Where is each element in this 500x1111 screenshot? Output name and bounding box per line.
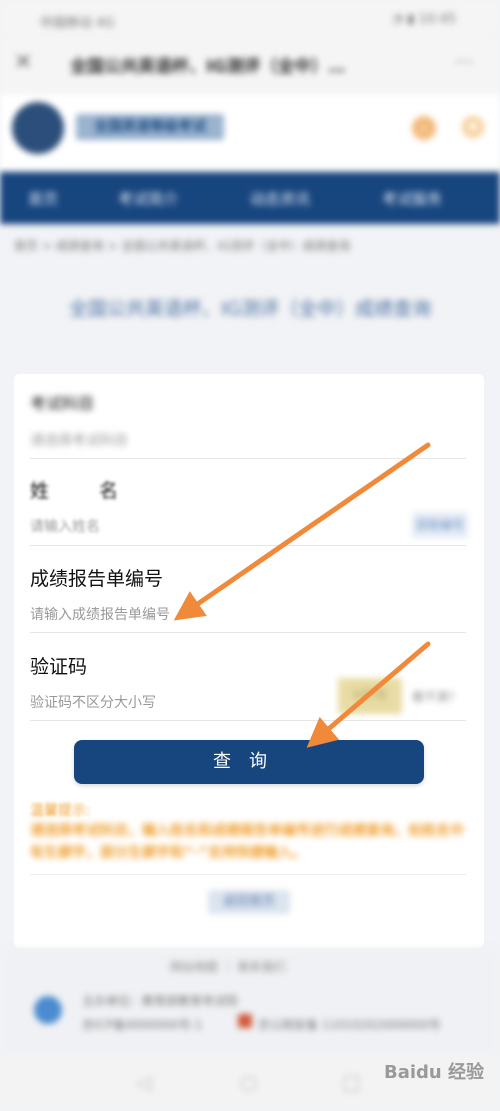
user-icon[interactable]: ◉ [462, 116, 484, 138]
footer-links[interactable]: 网站地图 ｜ 联系我们 [170, 958, 286, 975]
footer-organizer: 主办单位：教育部教育考试院 [82, 994, 239, 1008]
name-input[interactable]: 请输入姓名 [30, 516, 100, 536]
clock-text: ◔ ▮ 10:45 [391, 12, 456, 27]
tip-title: 温馨提示: [30, 803, 91, 819]
query-button[interactable]: 查询 [74, 740, 424, 784]
nav-item-service[interactable]: 考试服务 [382, 188, 442, 209]
nav-item-intro[interactable]: 考试简介 [118, 188, 178, 209]
divider [30, 545, 466, 546]
site-footer: 网站地图 ｜ 联系我们 主办单位：教育部教育考试院 京ICP备0000000号-… [0, 948, 500, 1056]
name-label: 姓 名 [30, 480, 123, 502]
captcha-input[interactable]: 验证码不区分大小写 [30, 692, 156, 712]
baidu-jingyan-watermark: Baidu 经验 [383, 1062, 484, 1083]
nav-item-home[interactable]: 首页 [28, 188, 58, 209]
search-icon[interactable]: ⌕ [412, 116, 436, 140]
close-icon[interactable]: ✕ [14, 50, 32, 75]
footer-icp: 京ICP备0000000号-1 [82, 1018, 203, 1032]
divider [30, 458, 466, 459]
report-number-label: 成绩报告单编号 [30, 568, 164, 590]
back-home-button[interactable]: 返回首页 [208, 890, 290, 914]
divider [30, 720, 466, 721]
exam-subject-label: 考试科目 [30, 394, 95, 413]
footer-police-record: 京公网安备 11010202000000号 [258, 1018, 441, 1032]
more-icon[interactable]: ··· [455, 50, 474, 74]
divider [30, 632, 466, 633]
police-emblem-icon [238, 1014, 252, 1028]
captcha-image[interactable]: k8TB [338, 678, 402, 714]
refresh-captcha-link[interactable]: 看不清? [412, 688, 454, 705]
gov-badge-icon [34, 996, 62, 1024]
status-bar: 中国移动 4G ◔ ▮ 10:45 [0, 0, 500, 36]
site-logo-text[interactable]: 全国英语等级考试 [76, 114, 224, 140]
page-title: 全国公共英语杯、IG测评（全中）成绩查询 [68, 298, 432, 320]
exam-subject-select[interactable]: 请选择考试科目 [30, 430, 128, 450]
back-icon[interactable]: ◁ [136, 1070, 151, 1094]
divider [30, 874, 466, 875]
site-header: 全国英语等级考试 ⌕ ◉ [0, 94, 500, 170]
browser-toolbar: ✕ 全国公共英语杯、IG测评（全中）… ··· [0, 36, 500, 94]
carrier-text: 中国移动 4G [40, 16, 115, 31]
get-number-button[interactable]: 获取编号 [412, 512, 468, 538]
recent-apps-icon[interactable]: □ [342, 1070, 361, 1094]
captcha-label: 验证码 [30, 656, 88, 678]
breadcrumb[interactable]: 首页 > 成绩查询 > 全国公共英语杯、IG测评（全中）成绩查询 [14, 236, 484, 256]
site-logo-icon[interactable] [12, 102, 64, 154]
main-nav: 首页 考试简介 动态资讯 考试服务 [0, 172, 500, 224]
tip-text: 请选择考试科目，输入姓名和成绩报告单编号进行成绩查询，如姓名中有生僻字，部分生僻… [30, 823, 464, 861]
report-number-input[interactable]: 请输入成绩报告单编号 [30, 604, 170, 624]
page-tab-title: 全国公共英语杯、IG测评（全中）… [70, 57, 346, 77]
query-form: 考试科目 请选择考试科目 姓 名 请输入姓名 获取编号 成绩报告单编号 请输入成… [14, 374, 484, 948]
nav-item-news[interactable]: 动态资讯 [250, 188, 310, 209]
home-icon[interactable]: ○ [240, 1070, 257, 1094]
